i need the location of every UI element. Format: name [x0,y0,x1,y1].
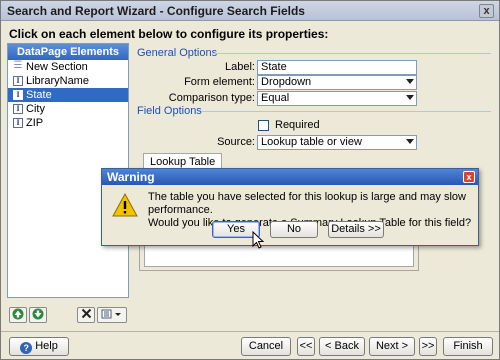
tree-item-label: State [26,89,52,101]
wizard-window: Search and Report Wizard - Configure Sea… [0,0,500,360]
field-icon: I [13,76,23,86]
form-element-select[interactable]: Dropdown [257,75,417,90]
help-button[interactable]: ? Help [9,337,69,356]
divider [213,53,491,54]
finish-button[interactable]: Finish [443,337,493,356]
arrow-down-icon [32,308,44,320]
field-icon: I [13,90,23,100]
add-element-dropdown[interactable] [97,307,127,323]
section-icon: ☰ [13,60,23,71]
source-value: Lookup table or view [261,136,362,148]
tree-item-zip[interactable]: I ZIP [8,116,128,130]
field-icon: I [13,118,23,128]
details-button[interactable]: Details >> [328,221,384,238]
label-input[interactable]: State [257,60,417,75]
dialog-title: Warning [107,170,155,184]
dialog-close-button[interactable]: x [463,171,475,183]
required-label: Required [275,119,320,131]
general-options-heading: General Options [137,47,218,59]
move-down-button[interactable] [29,307,47,323]
instruction-text: Click on each element below to configure… [9,27,329,41]
chevron-down-icon [406,95,414,100]
elements-toolbar [7,307,129,325]
form-element-value: Dropdown [261,76,312,88]
help-icon: ? [20,342,33,354]
arrow-up-icon [12,308,24,320]
window-title: Search and Report Wizard - Configure Sea… [7,4,305,18]
field-options-heading: Field Options [137,105,202,117]
source-select[interactable]: Lookup table or view [257,135,417,150]
mouse-cursor-icon [252,231,264,249]
cancel-button[interactable]: Cancel [241,337,291,356]
form-element-caption: Form element: [184,76,255,88]
label-caption: Label: [225,61,255,73]
last-page-button[interactable]: >> [419,337,437,356]
warning-icon [112,193,138,217]
move-up-button[interactable] [9,307,27,323]
next-button[interactable]: Next > [369,337,415,356]
required-checkbox[interactable] [258,120,269,131]
tree-item-state[interactable]: I State [8,88,128,102]
window-close-button[interactable]: x [479,4,494,18]
field-icon: I [13,104,23,114]
chevron-down-icon [406,79,414,84]
first-page-button[interactable]: << [297,337,315,356]
tree-item-label: City [26,103,45,115]
lookup-table-list[interactable] [144,243,414,267]
wizard-button-bar: ? Help Cancel << < Back Next > >> Finish [1,331,499,360]
chevron-down-icon [406,139,414,144]
comparison-type-select[interactable]: Equal [257,91,417,106]
dialog-titlebar[interactable]: Warning x [102,169,478,185]
source-caption: Source: [217,136,255,148]
window-titlebar[interactable]: Search and Report Wizard - Configure Sea… [1,1,499,21]
comparison-type-caption: Comparison type: [168,92,255,104]
divider [201,111,491,112]
tree-item-label: ZIP [26,117,44,129]
delete-element-button[interactable] [77,307,95,323]
tree-item-label: New Section [26,61,88,73]
add-element-icon [101,309,121,319]
no-button[interactable]: No [270,221,318,238]
comparison-type-value: Equal [261,92,290,104]
help-label: Help [35,340,58,352]
dialog-message-line: The table you have selected for this loo… [148,191,466,216]
tree-item-libraryname[interactable]: I LibraryName [8,74,128,88]
tree-item-city[interactable]: I City [8,102,128,116]
tree-item-new-section[interactable]: ☰ New Section [8,60,128,74]
warning-dialog: Warning x The table you have selected fo… [101,168,479,246]
back-button[interactable]: < Back [319,337,365,356]
tree-item-label: LibraryName [26,75,89,87]
elements-panel-header: DataPage Elements [8,44,128,60]
delete-x-icon [81,308,91,319]
